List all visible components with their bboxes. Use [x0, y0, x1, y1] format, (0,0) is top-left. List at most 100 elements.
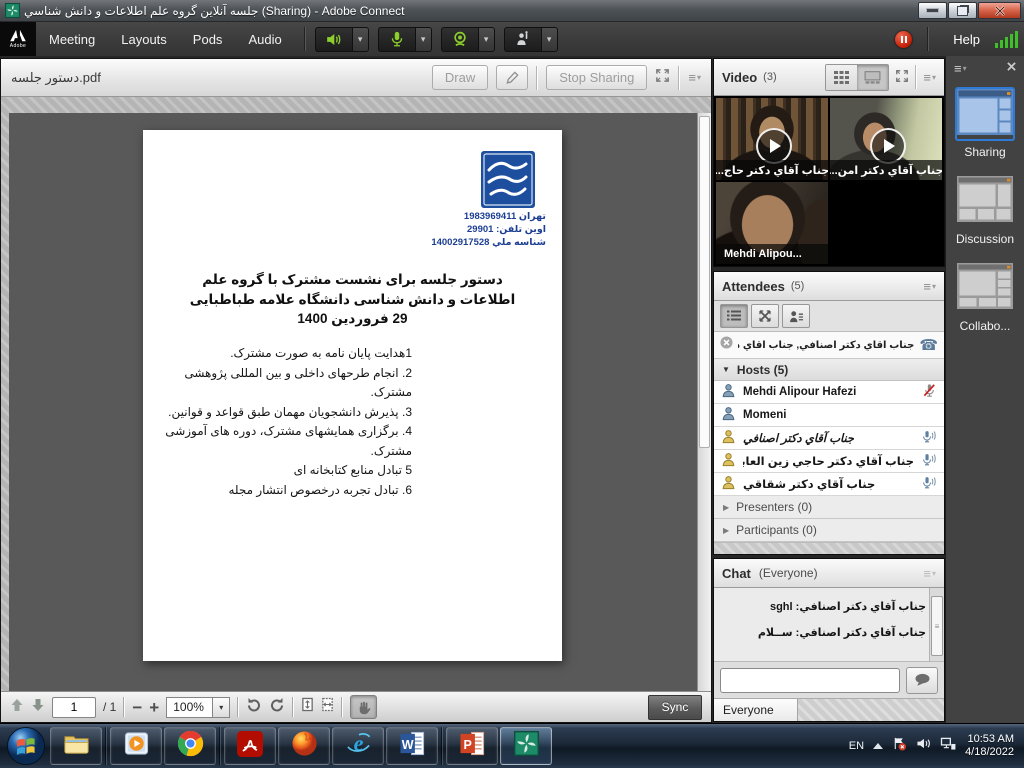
raise-hand-dropdown[interactable]: ▾	[541, 27, 558, 52]
zoom-dropdown-arrow[interactable]: ▾	[213, 697, 230, 718]
filmstrip-view-button[interactable]	[857, 65, 888, 90]
video-fullscreen-icon[interactable]	[895, 69, 909, 86]
taskbar-acrobat-button[interactable]	[224, 727, 276, 765]
attendee-row[interactable]: Momeni	[714, 404, 944, 427]
microphone-icon[interactable]	[378, 27, 415, 52]
attendee-row[interactable]: جناب آقاي دكتر شقاقي	[714, 473, 944, 496]
show-hidden-icons-icon[interactable]	[873, 743, 883, 749]
scrollbar-thumb[interactable]	[699, 116, 710, 448]
page-number-input[interactable]	[52, 697, 96, 718]
grid-view-button[interactable]	[826, 65, 857, 90]
attendee-list-view-button[interactable]	[720, 304, 748, 328]
webcam-icon[interactable]	[441, 27, 478, 52]
clock[interactable]: 10:53 AM 4/18/2022	[965, 733, 1014, 759]
hosts-section-header[interactable]: ▼ Hosts (5)	[714, 359, 944, 381]
layouts-close-icon[interactable]	[1007, 62, 1016, 74]
layout-item-collaboration[interactable]: Collabo...	[946, 263, 1024, 333]
layout-item-sharing[interactable]: Sharing	[946, 89, 1024, 159]
attendee-status-view-button[interactable]	[782, 304, 810, 328]
taskbar-firefox-button[interactable]	[278, 727, 330, 765]
zoom-out-button[interactable]: −	[132, 699, 142, 716]
minimize-button[interactable]	[918, 2, 947, 19]
menu-layouts[interactable]: Layouts	[121, 32, 167, 47]
close-button[interactable]	[978, 2, 1021, 19]
disconnect-phone-icon[interactable]	[720, 336, 733, 354]
fit-width-button[interactable]	[321, 697, 334, 717]
play-icon[interactable]	[870, 128, 906, 164]
taskbar-adobe-connect-button[interactable]	[500, 727, 552, 765]
phone-conference-row[interactable]: جناب آقاي دكتر اصنافي, جناب آقاي دكتر حا…	[714, 332, 944, 359]
play-icon[interactable]	[756, 128, 792, 164]
start-button[interactable]	[3, 725, 49, 767]
speaker-dropdown[interactable]: ▾	[352, 27, 369, 52]
rotate-left-button[interactable]	[246, 697, 262, 717]
chat-message-area[interactable]: جناب آقاي دكتر اصنافي: sghl جناب آقاي دك…	[714, 588, 944, 662]
collapse-arrow-icon[interactable]: ▼	[722, 365, 730, 374]
page-up-button[interactable]	[10, 698, 24, 717]
menu-meeting[interactable]: Meeting	[49, 32, 95, 47]
taskbar-chrome-button[interactable]	[164, 727, 216, 765]
layout-item-discussion[interactable]: Discussion	[946, 176, 1024, 246]
speaker-split-button[interactable]: ▾	[315, 27, 369, 52]
recording-paused-indicator[interactable]	[895, 31, 912, 48]
draw-button[interactable]: Draw	[432, 65, 488, 90]
menu-pods[interactable]: Pods	[193, 32, 223, 47]
taskbar-mediaplayer-button[interactable]	[110, 727, 162, 765]
attendee-row[interactable]: جناب آقاي دكتر حاجي زين العابديني	[714, 450, 944, 473]
hand-pan-tool-button[interactable]	[350, 695, 377, 719]
webcam-split-button[interactable]: ▾	[441, 27, 495, 52]
taskbar-powerpoint-button[interactable]: P	[446, 727, 498, 765]
document-scrollbar[interactable]	[697, 113, 711, 691]
zoom-in-button[interactable]: +	[149, 699, 159, 716]
video-pod-menu-icon[interactable]: ≡▾	[923, 70, 936, 85]
send-message-button[interactable]	[906, 667, 938, 694]
breakout-view-button[interactable]	[751, 304, 779, 328]
microphone-split-button[interactable]: ▾	[378, 27, 432, 52]
webcam-dropdown[interactable]: ▾	[478, 27, 495, 52]
presenters-section-header[interactable]: ▶ Presenters (0)	[714, 496, 944, 519]
discussion-layout-thumbnail[interactable]	[957, 209, 1013, 226]
share-pod-menu-icon[interactable]: ≡▾	[688, 70, 701, 85]
video-tile[interactable]: جناب آقاي دكتر حاج...	[716, 98, 828, 180]
collaboration-layout-thumbnail[interactable]	[957, 296, 1013, 313]
fullscreen-icon[interactable]	[655, 68, 670, 88]
speaker-icon[interactable]	[315, 27, 352, 52]
action-center-flag-icon[interactable]	[892, 736, 907, 756]
menu-audio[interactable]: Audio	[248, 32, 281, 47]
video-tile[interactable]: Mehdi Alipou...	[716, 182, 828, 264]
restore-button[interactable]	[948, 2, 977, 19]
chat-scrollbar[interactable]: ≡	[929, 588, 944, 661]
taskbar-word-button[interactable]: W	[386, 727, 438, 765]
sharing-layout-thumbnail[interactable]	[957, 122, 1013, 139]
fit-page-button[interactable]	[301, 697, 314, 717]
chat-scrollbar-thumb[interactable]: ≡	[931, 596, 943, 656]
chat-message-input[interactable]	[720, 668, 900, 693]
participants-section-header[interactable]: ▶ Participants (0)	[714, 519, 944, 542]
attendee-row[interactable]: Mehdi Alipour Hafezi	[714, 381, 944, 404]
pointer-tool-button[interactable]	[496, 65, 528, 90]
zoom-level-select[interactable]: 100% ▾	[166, 697, 230, 718]
raise-hand-split-button[interactable]: ▾	[504, 27, 558, 52]
microphone-dropdown[interactable]: ▾	[415, 27, 432, 52]
chat-pod-menu-icon[interactable]: ≡▾	[923, 566, 936, 581]
window-titlebar[interactable]: جلسه آنلاين گروه علم اطلاعات و دانش شناس…	[0, 0, 1024, 22]
expand-arrow-icon[interactable]: ▶	[723, 526, 729, 535]
connection-status-icon[interactable]	[995, 31, 1018, 48]
taskbar-explorer-button[interactable]	[50, 727, 102, 765]
raise-hand-icon[interactable]	[504, 27, 541, 52]
stop-sharing-button[interactable]: Stop Sharing	[546, 65, 647, 90]
language-indicator[interactable]: EN	[849, 740, 864, 752]
document-viewer[interactable]: تهران 1983969411 اوين تلفن: 29901 شناسه …	[9, 113, 711, 691]
volume-icon[interactable]	[916, 737, 931, 755]
video-tile[interactable]: جناب آقاي دكتر امن...	[830, 98, 942, 180]
menu-help[interactable]: Help	[953, 32, 980, 47]
attendee-row[interactable]: جناب آقاي دكتر اصنافي	[714, 427, 944, 450]
page-down-button[interactable]	[31, 698, 45, 717]
chat-tab-everyone[interactable]: Everyone	[714, 699, 798, 721]
attendees-pod-menu-icon[interactable]: ≡▾	[923, 279, 936, 294]
sync-button[interactable]: Sync	[648, 695, 702, 720]
rotate-right-button[interactable]	[269, 697, 285, 717]
layouts-menu-icon[interactable]: ≡▾	[954, 61, 967, 76]
taskbar-ie-button[interactable]: e	[332, 727, 384, 765]
expand-arrow-icon[interactable]: ▶	[723, 503, 729, 512]
